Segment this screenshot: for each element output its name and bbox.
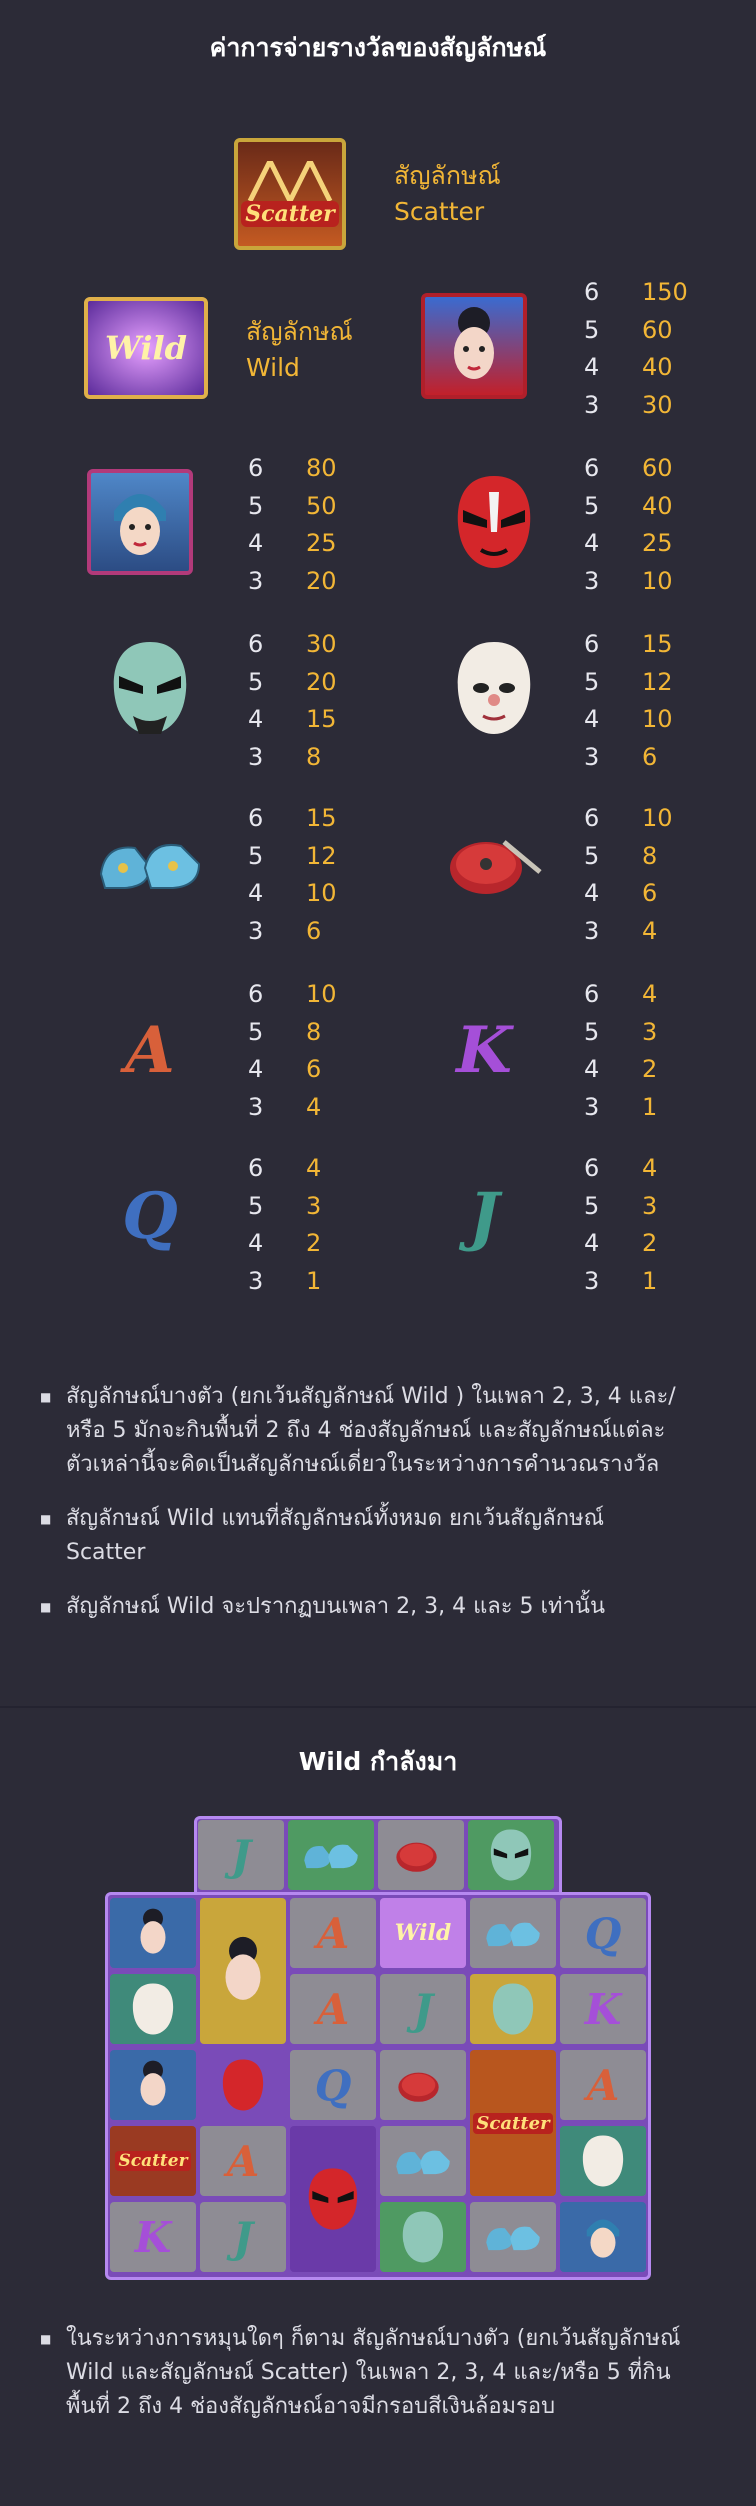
grid-cell-opera-lady-tall	[200, 1898, 286, 2044]
grid-cell-a: A	[200, 2126, 286, 2196]
grid-cell-j: J	[380, 1974, 466, 2044]
scatter-icon-text: Scatter	[241, 201, 339, 227]
grid-cell-a: A	[290, 1898, 376, 1968]
paylist-k: 64 53 42 31	[584, 980, 658, 1121]
grid-cell-red-mask	[200, 2050, 286, 2120]
grid-cell-q: Q	[290, 2050, 376, 2120]
grid-cell-a: A	[560, 2050, 646, 2120]
grid-cell-drum	[380, 2050, 466, 2120]
green-mask-icon	[88, 626, 212, 750]
rule-item: ■ ในระหว่างการหมุนใดๆ ก็ตาม สัญลักษณ์บางต…	[40, 2322, 690, 2424]
grid-cell-opera-lady	[110, 2050, 196, 2120]
grid-cell-green-mask	[468, 1820, 554, 1890]
grid-cell-shoes	[380, 2126, 466, 2196]
red-mask-icon	[432, 460, 556, 584]
paylist-shoes: 6 15 5 12 4 10 36	[248, 804, 337, 945]
paytable-title: ค่าการจ่ายรางวัลของสัญลักษณ์	[209, 33, 547, 62]
wild-section-notes: ■ ในระหว่างการหมุนใดๆ ก็ตาม สัญลักษณ์บางต…	[40, 2322, 690, 2444]
grid-cell-q: Q	[560, 1898, 646, 1968]
grid-cell-shoes	[470, 2202, 556, 2272]
scatter-symbol-icon: Scatter	[228, 132, 352, 256]
rule-item: ■ สัญลักษณ์ Wild จะปรากฏบนเพลา 2, 3, 4 แล…	[40, 1590, 690, 1624]
grid-cell-white-mask	[110, 1974, 196, 2044]
bullet-icon: ■	[40, 1600, 52, 1614]
paylist-red-mask: 6 60 5 40 4 25 3 10	[584, 454, 673, 595]
grid-cell-red-mask-tall	[290, 2126, 376, 2272]
letter-a-icon: A	[125, 1012, 175, 1088]
paylist-a: 6 10 58 46 34	[248, 980, 337, 1121]
grid-cell-shoes	[288, 1820, 374, 1890]
grid-cell-j: J	[198, 1820, 284, 1890]
shoes-icon	[88, 802, 212, 926]
grid-cell-k: K	[110, 2202, 196, 2272]
rules-list: ■ สัญลักษณ์บางตัว (ยกเว้นสัญลักษณ์ Wild )…	[40, 1380, 690, 1644]
bullet-icon: ■	[40, 1512, 52, 1526]
grid-cell-j: J	[200, 2202, 286, 2272]
letter-k-icon: K	[456, 1012, 512, 1088]
bullet-icon: ■	[40, 2332, 52, 2346]
paylist-j: 64 53 42 31	[584, 1154, 658, 1295]
girl-icon	[78, 460, 202, 584]
wild-icon-text: Wild	[104, 329, 188, 367]
paylist-q: 64 53 42 31	[248, 1154, 322, 1295]
grid-cell-a: A	[290, 1974, 376, 2044]
grid-cell-k: K	[560, 1974, 646, 2044]
grid-cell-scatter-tall: Scatter	[470, 2050, 556, 2196]
grid-cell-green-mask	[470, 1974, 556, 2044]
letter-j-icon: J	[468, 1178, 500, 1254]
grid-cell-shoes	[470, 1898, 556, 1968]
grid-cell-girl	[560, 2202, 646, 2272]
bullet-icon: ■	[40, 1390, 52, 1404]
wild-symbol-icon: Wild	[84, 286, 208, 410]
grid-cell-white-mask	[560, 2126, 646, 2196]
paylist-drum: 6 10 58 46 34	[584, 804, 673, 945]
rule-item: ■ สัญลักษณ์ Wild แทนที่สัญลักษณ์ทั้งหมด ย…	[40, 1502, 690, 1570]
drum-icon	[432, 802, 556, 926]
section-divider	[0, 1706, 756, 1708]
grid-cell-opera-lady	[110, 1898, 196, 1968]
paylist-opera-lady: 6 150 5 60 4 40 3 30	[584, 278, 688, 419]
white-mask-icon	[432, 626, 556, 750]
scatter-label: สัญลักษณ์ Scatter	[394, 161, 501, 226]
paylist-white-mask: 6 15 5 12 4 10 36	[584, 630, 673, 771]
grid-cell-scatter: Scatter	[110, 2126, 196, 2196]
opera-lady-icon	[412, 284, 536, 408]
wild-label: สัญลักษณ์ Wild	[246, 317, 353, 382]
paylist-green-mask: 6 30 5 20 4 15 38	[248, 630, 337, 771]
grid-cell-drum	[378, 1820, 464, 1890]
paylist-girl: 6 80 5 50 4 25 3 20	[248, 454, 337, 595]
grid-cell-wild: Wild	[380, 1898, 466, 1968]
letter-q-icon: Q	[122, 1178, 178, 1254]
grid-cell-green-mask	[380, 2202, 466, 2272]
rule-item: ■ สัญลักษณ์บางตัว (ยกเว้นสัญลักษณ์ Wild )…	[40, 1380, 690, 1482]
wild-section-title: Wild กำลังมา	[298, 1747, 458, 1776]
